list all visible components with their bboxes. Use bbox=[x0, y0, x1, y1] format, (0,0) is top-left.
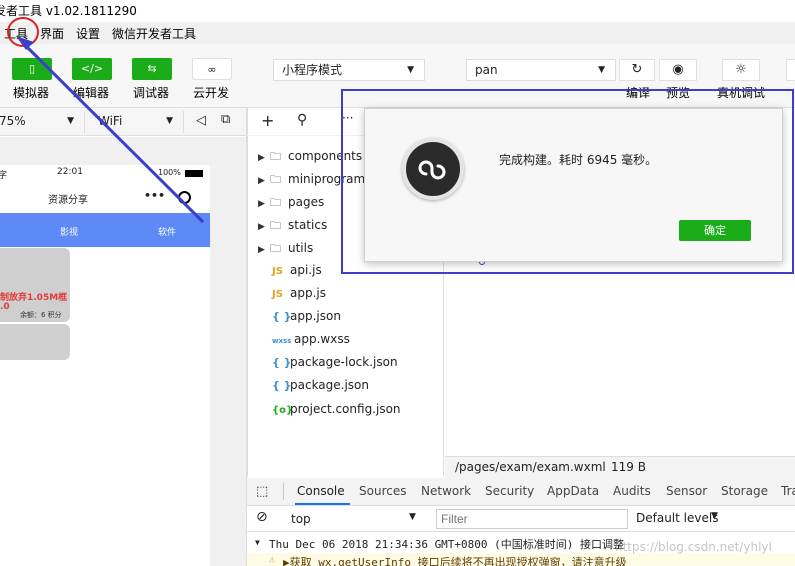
watermark: https://blog.csdn.net/yhlyl bbox=[615, 540, 772, 554]
annotation-arrow bbox=[16, 36, 205, 224]
